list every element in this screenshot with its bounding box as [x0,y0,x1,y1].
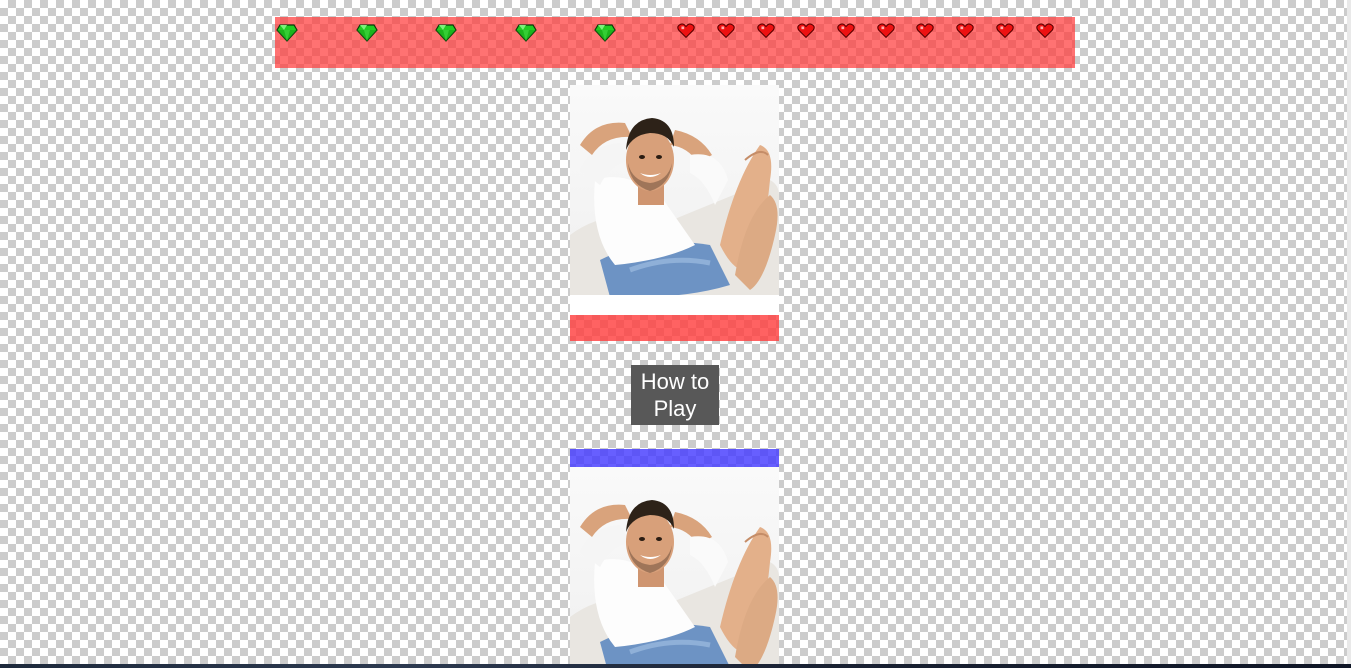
player-portrait-top [570,85,779,315]
gem-icon [355,21,378,43]
player-card-top [570,85,779,315]
heart-icon [915,21,935,41]
window-edge-right [1347,0,1351,668]
player-bottom-health-bar [570,449,779,467]
player-card-bottom [570,467,779,668]
heart-icon [756,21,776,41]
heart-icon [1035,21,1055,41]
heart-icon [716,21,736,41]
gem-icon [514,21,537,43]
player-portrait-bottom [570,467,779,668]
heart-icon [955,21,975,41]
heart-icon [836,21,856,41]
heart-icon [796,21,816,41]
heart-icon [995,21,1015,41]
heart-icon [676,21,696,41]
player-top-health-fill [570,315,779,341]
gem-icon [594,21,616,43]
hud-bar [275,17,1075,68]
player-top-health-bar [570,315,779,341]
gem-icon [435,21,457,43]
heart-icon [876,21,896,41]
taskbar-strip [0,664,1351,668]
gem-icon [276,21,298,43]
how-to-play-button[interactable]: How to Play [631,365,719,425]
player-bottom-health-fill [570,449,779,467]
